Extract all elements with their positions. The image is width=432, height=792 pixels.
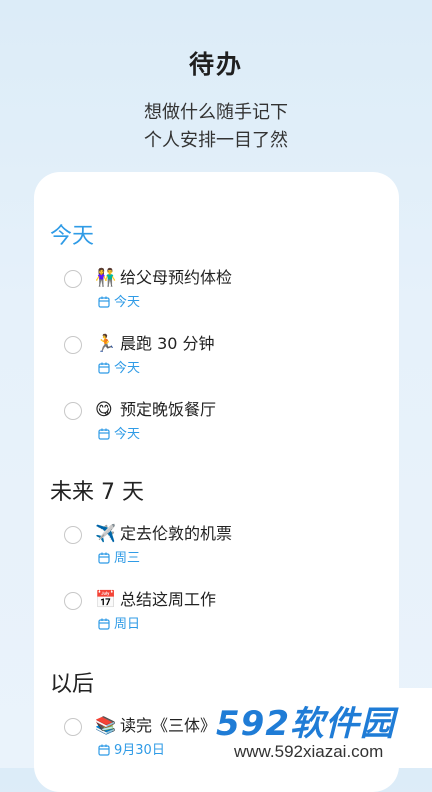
checkbox[interactable] [64, 402, 82, 420]
checkbox[interactable] [64, 718, 82, 736]
todo-text: 定去伦敦的机票 [120, 524, 233, 543]
calendar-icon [98, 296, 110, 308]
checkbox[interactable] [64, 270, 82, 288]
due-date-label: 今天 [114, 427, 141, 442]
section-title-today: 今天 [50, 224, 95, 249]
watermark-logo: 592软件园 [216, 704, 395, 744]
airplane-icon: ✈️ [95, 524, 117, 544]
calendar-icon [98, 618, 110, 630]
calendar-icon [98, 362, 110, 374]
page-title: 待办 [188, 50, 243, 79]
checkbox[interactable] [64, 526, 82, 544]
due-date-label: 今天 [114, 295, 141, 310]
calendar-icon [98, 428, 110, 440]
subtitle-line-2: 个人安排一目了然 [144, 130, 288, 151]
todo-text: 预定晚饭餐厅 [120, 400, 217, 419]
runner-icon: 🏃 [95, 334, 117, 354]
books-icon: 📚 [95, 716, 117, 736]
watermark: 592软件园 www.592xiazai.com [212, 688, 432, 768]
section-title-next-7-days: 未来 7 天 [50, 480, 144, 505]
couple-icon: 👫 [95, 268, 117, 288]
calendar-emoji-icon: 📅 [95, 590, 117, 610]
checkbox[interactable] [64, 592, 82, 610]
hero-header: 待办 想做什么随手记下 个人安排一目了然 [0, 0, 432, 155]
due-date-label: 周日 [114, 617, 141, 632]
section-title-later: 以后 [50, 672, 95, 697]
todo-item[interactable]: ✈️ 定去伦敦的机票 周三 [34, 524, 399, 576]
due-date-label: 今天 [114, 361, 141, 376]
calendar-icon [98, 744, 110, 756]
watermark-url: www.592xiazai.com [234, 742, 384, 761]
todo-text: 读完《三体》 [120, 716, 217, 735]
todo-text: 晨跑 30 分钟 [120, 334, 215, 353]
subtitle-line-1: 想做什么随手记下 [144, 102, 288, 123]
checkbox[interactable] [64, 336, 82, 354]
todo-item[interactable]: 😋 预定晚饭餐厅 今天 [34, 400, 399, 452]
due-date-label: 9月30日 [114, 743, 165, 758]
todo-item[interactable]: 📅 总结这周工作 周日 [34, 590, 399, 642]
todo-item[interactable]: 🏃 晨跑 30 分钟 今天 [34, 334, 399, 386]
todo-text: 给父母预约体检 [120, 268, 233, 287]
todo-text: 总结这周工作 [120, 590, 217, 609]
due-date-label: 周三 [114, 551, 141, 566]
todo-item[interactable]: 👫 给父母预约体检 今天 [34, 268, 399, 320]
yum-face-icon: 😋 [95, 400, 113, 420]
calendar-icon [98, 552, 110, 564]
